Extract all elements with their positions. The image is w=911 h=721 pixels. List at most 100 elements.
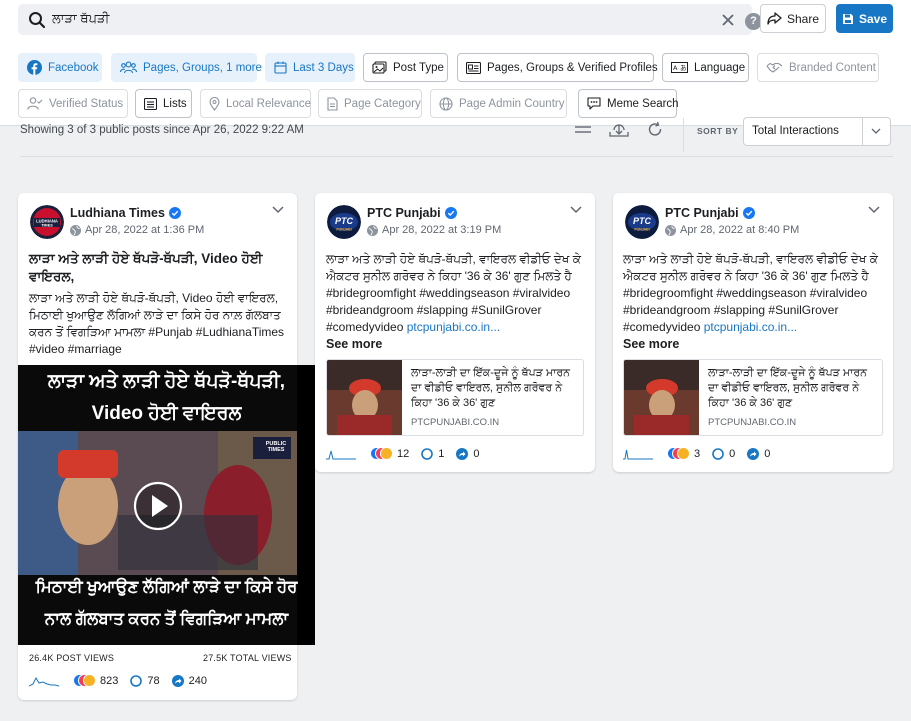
download-icon[interactable] [608, 120, 630, 140]
share-icon [747, 447, 760, 460]
share-icon [456, 447, 469, 460]
globe-icon [70, 224, 81, 236]
clear-icon[interactable] [720, 12, 736, 28]
filter-label: Post Type [393, 61, 444, 74]
sparkline-icon [623, 449, 653, 460]
filter-label: Page Admin Country [459, 97, 565, 110]
post-link[interactable]: ptcpunjabi.co.in... [704, 320, 797, 334]
shares-count[interactable]: 240 [171, 674, 207, 687]
filter-verified-status[interactable]: Verified Status [18, 89, 128, 118]
link-title: ਲਾੜਾ-ਲਾੜੀ ਦਾ ਇੱਕ-ਦੂਜੇ ਨੂੰ ਥੱਪੜ ਮਾਰਨ ਦਾ ਵ… [708, 367, 868, 409]
top-bar: ? Share Save [0, 0, 911, 44]
chevron-down-icon[interactable] [569, 205, 583, 215]
comments-value: 78 [147, 674, 160, 687]
verified-icon [444, 207, 457, 219]
reactions-icon [73, 674, 96, 687]
shares-value: 0 [764, 447, 771, 460]
post-text: ਲਾੜਾ ਅਤੇ ਲਾੜੀ ਹੋਏ ਥੱਪੜੋ-ਥੱਪੜੀ, Video ਹੋਈ… [29, 291, 285, 356]
post-link[interactable]: ptcpunjabi.co.in... [407, 320, 500, 334]
svg-text:あ: あ [680, 64, 687, 72]
post-date[interactable]: Apr 28, 2022 at 1:36 PM [70, 224, 204, 236]
search-input[interactable] [52, 8, 692, 30]
filter-label: Verified Status [49, 97, 124, 110]
search-icon [29, 12, 46, 29]
page-name-text: PTC Punjabi [367, 206, 441, 220]
verified-icon [168, 207, 181, 219]
chevron-down-icon[interactable] [867, 205, 881, 215]
post-card: PTC PUNJABI PTC Punjabi Apr 28, 2022 at 3… [315, 193, 595, 472]
filter-timeframe[interactable]: Last 3 Days [265, 53, 355, 82]
reactions-icon [370, 447, 393, 460]
globe-icon [439, 96, 453, 111]
reactions-value: 823 [100, 674, 119, 687]
sort-select[interactable]: Total Interactions [743, 117, 891, 146]
link-preview[interactable]: ਲਾੜਾ-ਲਾੜੀ ਦਾ ਇੱਕ-ਦੂਜੇ ਨੂੰ ਥੱਪੜ ਮਾਰਨ ਦਾ ਵ… [326, 359, 584, 436]
comments-value: 0 [729, 447, 736, 460]
filter-platform[interactable]: Facebook [18, 53, 102, 82]
filter-page-category[interactable]: Page Category [318, 89, 422, 118]
chevron-down-icon[interactable] [271, 205, 285, 215]
link-preview[interactable]: ਲਾੜਾ-ਲਾੜੀ ਦਾ ਇੱਕ-ਦੂਜੇ ਨੂੰ ਥੱਪੜ ਮਾਰਨ ਦਾ ਵ… [623, 359, 883, 436]
filter-branded-content[interactable]: Branded Content [757, 53, 879, 82]
engagement-stats: 823 78 240 [29, 674, 219, 687]
comments-count[interactable]: 0 [712, 448, 735, 460]
filter-account-type[interactable]: Pages, Groups & Verified Profiles [457, 53, 658, 82]
svg-text:A: A [673, 64, 678, 72]
comments-count[interactable]: 1 [421, 448, 444, 460]
filter-local-relevance[interactable]: Local Relevance [200, 89, 311, 118]
engagement-stats: 12 1 0 [326, 447, 492, 460]
chevron-down-icon [862, 118, 890, 145]
profiles-icon [466, 61, 481, 74]
comments-count[interactable]: 78 [130, 674, 160, 687]
filter-language[interactable]: Aあ Language [662, 53, 749, 82]
save-button[interactable]: Save [836, 4, 893, 33]
avatar[interactable]: LUDHIANA TIMES [30, 205, 64, 239]
filter-label: Pages, Groups, 1 more [143, 61, 262, 74]
comment-icon [421, 447, 434, 460]
filter-sources[interactable]: Pages, Groups, 1 more [111, 53, 262, 82]
post-type-icon [372, 61, 387, 74]
reactions-count[interactable]: 3 [667, 447, 700, 460]
comment-icon [130, 674, 143, 687]
reactions-count[interactable]: 12 [370, 447, 409, 460]
page-name-text: PTC Punjabi [665, 206, 739, 220]
user-check-icon [27, 97, 43, 110]
reactions-count[interactable]: 823 [73, 674, 118, 687]
post-text: ਲਾੜਾ ਅਤੇ ਲਾੜੀ ਹੋਏ ਥੱਪੜੋ-ਥੱਪੜੀ, ਵਾਇਰਲ ਵੀਡ… [326, 251, 588, 336]
see-more-link[interactable]: See more [623, 337, 679, 351]
post-date[interactable]: Apr 28, 2022 at 3:19 PM [367, 224, 501, 236]
avatar-text: PUNJABI [336, 228, 351, 232]
filter-post-type[interactable]: Post Type [363, 53, 448, 82]
page-name[interactable]: PTC Punjabi [367, 206, 457, 220]
globe-icon [665, 224, 676, 236]
list-view-icon[interactable] [572, 120, 594, 140]
video-badge-text: TIMES [267, 447, 285, 453]
shares-count[interactable]: 0 [747, 447, 771, 460]
avatar[interactable]: PTC PUNJABI [327, 205, 361, 239]
post-text: ਲਾੜਾ ਅਤੇ ਲਾੜੀ ਹੋਏ ਥੱਪੜੋ-ਥੱਪੜੀ, ਵਾਇਰਲ ਵੀਡ… [623, 251, 885, 336]
list-icon [144, 97, 157, 110]
refresh-icon[interactable] [645, 120, 667, 140]
link-domain: PTCPUNJABI.CO.IN [411, 417, 500, 428]
filter-admin-country[interactable]: Page Admin Country [430, 89, 567, 118]
see-more-link[interactable]: See more [326, 337, 382, 351]
share-button[interactable]: Share [760, 4, 826, 33]
sort-value: Total Interactions [752, 125, 839, 137]
post-date[interactable]: Apr 28, 2022 at 8:40 PM [665, 224, 799, 236]
post-card: LUDHIANA TIMES Ludhiana Times Apr 28, 202… [18, 193, 315, 700]
avatar-text: PUNJABI [634, 228, 649, 232]
play-icon[interactable] [133, 481, 183, 531]
save-icon [842, 13, 853, 24]
engagement-stats: 3 0 0 [623, 447, 782, 460]
filter-lists[interactable]: Lists [135, 89, 192, 118]
globe-icon [367, 224, 378, 236]
shares-value: 240 [188, 674, 207, 687]
filter-meme-search[interactable]: Meme Search [578, 89, 679, 118]
shares-count[interactable]: 0 [456, 447, 480, 460]
page-name[interactable]: PTC Punjabi [665, 206, 755, 220]
groups-icon [120, 61, 137, 74]
filter-label: Pages, Groups & Verified Profiles [487, 61, 658, 74]
avatar[interactable]: PTC PUNJABI [625, 205, 659, 239]
page-name[interactable]: Ludhiana Times [70, 206, 181, 220]
toolbar-divider [683, 118, 684, 152]
